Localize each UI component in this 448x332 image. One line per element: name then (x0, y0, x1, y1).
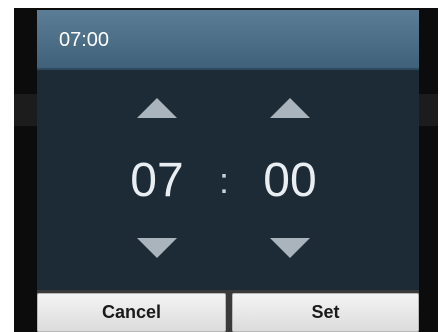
set-button[interactable]: Set (232, 293, 419, 332)
dialog-title: 07:00 (59, 29, 110, 51)
time-separator: : (218, 160, 229, 201)
triangle-down-icon (137, 238, 177, 258)
minute-decrease-button[interactable] (268, 236, 312, 260)
triangle-up-icon (270, 98, 310, 118)
time-picker-dialog: 07:00 07 : 00 Cancel Set (37, 10, 419, 332)
hour-value[interactable]: 07 (117, 156, 197, 206)
minute-increase-button[interactable] (268, 96, 312, 120)
time-picker: 07 : 00 (37, 70, 419, 296)
hour-decrease-button[interactable] (135, 236, 179, 260)
cancel-button[interactable]: Cancel (37, 293, 226, 332)
dialog-header: 07:00 (37, 10, 419, 70)
minute-value[interactable]: 00 (250, 156, 330, 206)
triangle-down-icon (270, 238, 310, 258)
screen: 07:00 07 : 00 Cancel Set (0, 0, 448, 332)
dialog-button-bar: Cancel Set (37, 290, 419, 332)
hour-increase-button[interactable] (135, 96, 179, 120)
triangle-up-icon (137, 98, 177, 118)
